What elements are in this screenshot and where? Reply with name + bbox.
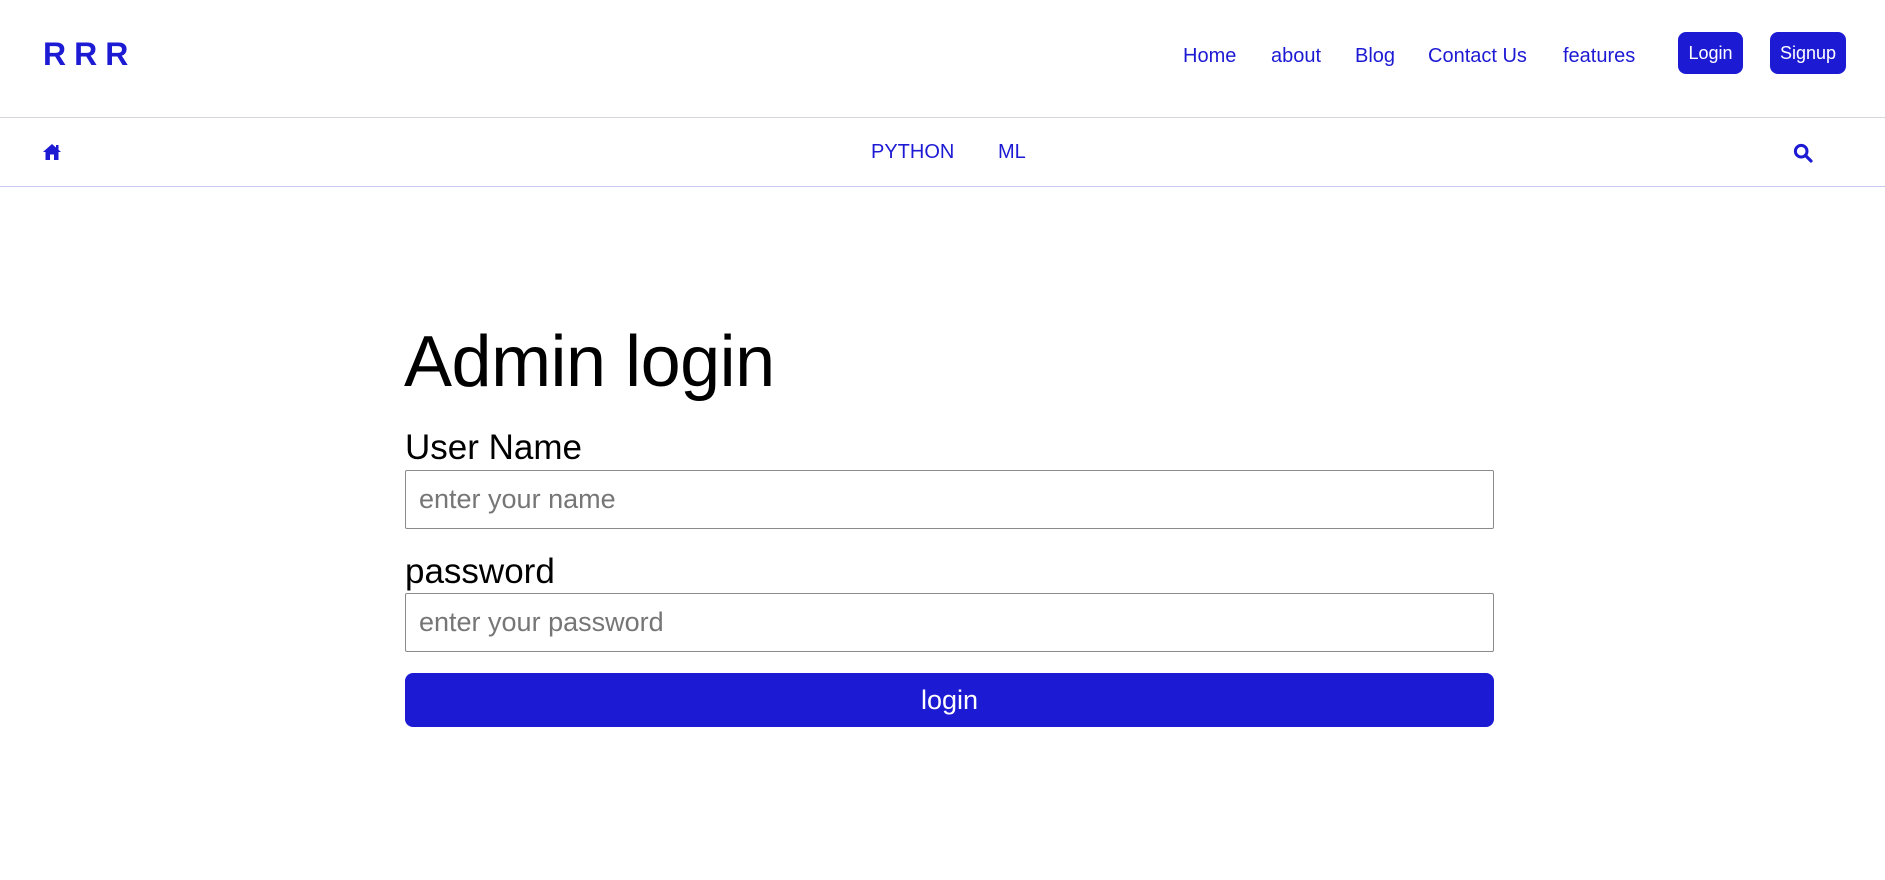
nav-link-contact[interactable]: Contact Us (1428, 42, 1527, 70)
username-label: User Name (405, 428, 582, 467)
category-link-python[interactable]: PYTHON (871, 139, 954, 165)
username-input[interactable] (405, 470, 1494, 529)
nav-link-about[interactable]: about (1271, 42, 1321, 70)
password-input[interactable] (405, 593, 1494, 652)
home-icon[interactable] (42, 143, 62, 161)
category-link-ml[interactable]: ML (998, 139, 1026, 165)
submit-login-button[interactable]: login (405, 673, 1494, 727)
signup-button[interactable]: Signup (1770, 32, 1846, 74)
category-nav: PYTHON ML (0, 118, 1885, 187)
password-label: password (405, 552, 555, 591)
login-button[interactable]: Login (1678, 32, 1743, 74)
top-header: RRR Home about Blog Contact Us features … (0, 0, 1885, 118)
nav-link-home[interactable]: Home (1183, 42, 1236, 70)
nav-link-features[interactable]: features (1563, 42, 1635, 70)
brand-logo[interactable]: RRR (43, 35, 136, 73)
search-icon[interactable] (1793, 143, 1813, 163)
page-title: Admin login (404, 322, 775, 402)
nav-link-blog[interactable]: Blog (1355, 42, 1395, 70)
